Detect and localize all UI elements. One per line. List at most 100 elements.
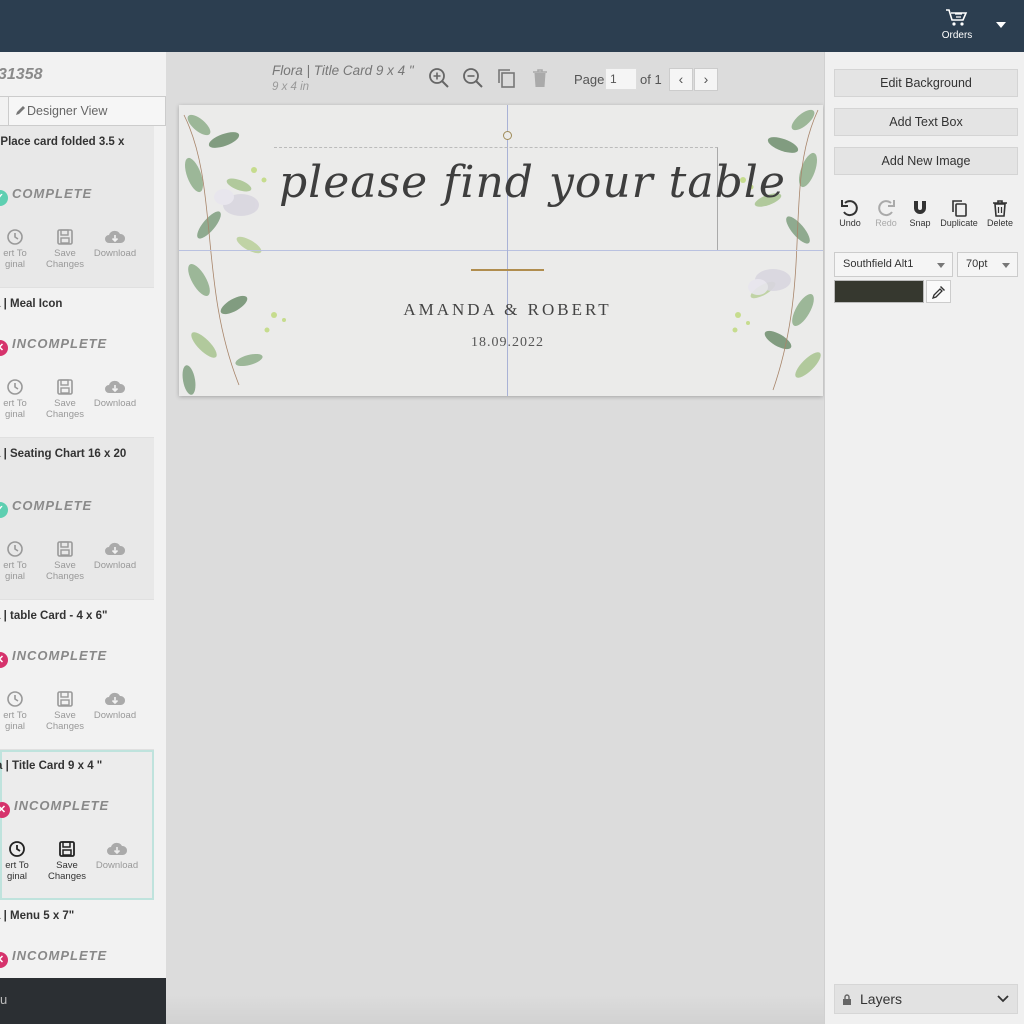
status-label: INCOMPLETE <box>12 648 108 663</box>
check-icon: ✓ <box>0 190 8 206</box>
snap-label: Snap <box>909 218 931 228</box>
delete-label: Delete <box>986 218 1013 228</box>
copy-page-icon[interactable] <box>496 67 518 89</box>
add-text-box-button[interactable]: Add Text Box <box>834 108 1018 136</box>
history-icon <box>7 541 23 557</box>
horizontal-guide <box>179 250 823 251</box>
revert-label: ert To ginal <box>3 398 27 420</box>
product-title: a | Seating Chart 16 x 20 <box>0 448 127 460</box>
trash-icon[interactable] <box>530 67 550 89</box>
page-number-input[interactable] <box>605 68 637 90</box>
cloud-download-icon <box>105 230 126 243</box>
orders-button[interactable]: Orders <box>934 8 980 41</box>
cloud-download-icon <box>105 380 126 393</box>
lock-icon <box>843 994 851 1005</box>
zoom-out-icon[interactable] <box>462 67 484 89</box>
item-actions: ert To ginal Save Changes Download <box>0 378 140 424</box>
card-names[interactable]: AMANDA & ROBERT <box>179 300 823 320</box>
gold-divider <box>471 269 544 271</box>
design-canvas[interactable]: please find your table AMANDA & ROBERT 1… <box>179 105 823 396</box>
save-changes-label: Save Changes <box>45 560 85 582</box>
designer-view-label: Designer View <box>27 104 108 118</box>
save-changes-button[interactable]: Save Changes <box>40 690 90 732</box>
revert-button[interactable]: ert To ginal <box>0 840 42 882</box>
revert-button[interactable]: ert To ginal <box>0 228 40 270</box>
download-button[interactable]: Download <box>92 840 142 871</box>
x-icon: ✕ <box>0 952 8 968</box>
download-button[interactable]: Download <box>90 690 140 721</box>
top-bar: Orders <box>0 0 1024 52</box>
product-item[interactable]: a | table Card - 4 x 6" ✕ INCOMPLETE ert … <box>0 600 154 750</box>
zoom-in-icon[interactable] <box>428 67 450 89</box>
save-icon <box>57 691 73 707</box>
layers-label: Layers <box>860 991 903 1007</box>
font-size-value: 70pt <box>966 258 988 270</box>
save-changes-label: Save Changes <box>45 710 85 732</box>
next-page-button[interactable]: › <box>694 68 718 91</box>
delete-button[interactable]: Delete <box>983 199 1017 228</box>
eyedropper-button[interactable] <box>926 280 951 303</box>
rotate-handle[interactable] <box>503 131 512 140</box>
redo-icon <box>878 200 895 217</box>
save-changes-button[interactable]: Save Changes <box>40 540 90 582</box>
edit-background-button[interactable]: Edit Background <box>834 69 1018 97</box>
cloud-download-icon <box>105 692 126 705</box>
account-dropdown-caret-icon[interactable] <box>996 22 1006 28</box>
save-changes-button[interactable]: Save Changes <box>42 840 92 882</box>
save-changes-button[interactable]: Save Changes <box>40 378 90 420</box>
status-label: INCOMPLETE <box>12 336 108 351</box>
undo-button[interactable]: Undo <box>835 199 865 228</box>
sidebar-footer-text: u <box>0 992 8 1007</box>
download-button[interactable]: Download <box>90 228 140 259</box>
duplicate-button[interactable]: Duplicate <box>939 199 979 228</box>
download-button[interactable]: Download <box>90 378 140 409</box>
item-actions: ert To ginal Save Changes Download <box>0 540 140 586</box>
save-icon <box>57 379 73 395</box>
save-changes-button[interactable]: Save Changes <box>40 228 90 270</box>
save-icon <box>57 541 73 557</box>
text-color-swatch[interactable] <box>834 280 924 303</box>
add-new-image-button[interactable]: Add New Image <box>834 147 1018 175</box>
product-title: | Place card folded 3.5 x <box>0 136 125 148</box>
product-list: | Place card folded 3.5 x ✓ COMPLETE ert … <box>0 126 154 1024</box>
prev-page-button[interactable]: ‹ <box>669 68 693 91</box>
revert-button[interactable]: ert To ginal <box>0 378 40 420</box>
chevron-left-icon: ‹ <box>678 71 684 87</box>
status-complete: ✓ COMPLETE <box>0 186 92 206</box>
item-actions: ert To ginal Save Changes Download <box>0 690 140 736</box>
revert-label: ert To ginal <box>3 248 27 270</box>
tab-designer-view[interactable]: Designer View <box>8 96 166 126</box>
redo-button[interactable]: Redo <box>871 199 901 228</box>
properties-panel: Edit Background Add Text Box Add New Ima… <box>824 52 1024 1024</box>
products-sidebar: 31358 Designer View | Place card folded … <box>0 52 166 1024</box>
status-incomplete: ✕ INCOMPLETE <box>0 648 107 668</box>
chevron-down-icon <box>937 263 945 268</box>
undo-label: Undo <box>839 218 861 228</box>
revert-button[interactable]: ert To ginal <box>0 690 40 732</box>
card-date[interactable]: 18.09.2022 <box>179 335 823 351</box>
product-item-selected[interactable]: a | Title Card 9 x 4 " ✕ INCOMPLETE ert T… <box>0 750 154 900</box>
undo-icon <box>841 200 858 217</box>
order-id: 31358 <box>0 66 43 83</box>
sidebar-footer[interactable]: u <box>0 978 166 1024</box>
layers-panel-toggle[interactable]: Layers <box>834 984 1018 1014</box>
save-changes-label: Save Changes <box>45 248 85 270</box>
duplicate-icon <box>952 200 967 217</box>
revert-button[interactable]: ert To ginal <box>0 540 40 582</box>
download-label: Download <box>95 860 139 871</box>
revert-label: ert To ginal <box>3 710 27 732</box>
eyedropper-icon <box>932 286 945 299</box>
cloud-download-icon <box>107 842 128 855</box>
snap-button[interactable]: Snap <box>905 199 935 228</box>
font-size-select[interactable]: 70pt <box>957 252 1018 277</box>
product-item[interactable]: a | Seating Chart 16 x 20 ✓ COMPLETE ert … <box>0 438 154 600</box>
download-button[interactable]: Download <box>90 540 140 571</box>
product-item[interactable]: a | Meal Icon ✕ INCOMPLETE ert To ginal S… <box>0 288 154 438</box>
card-script-text[interactable]: please find your table <box>279 157 785 208</box>
font-family-select[interactable]: Southfield Alt1 <box>834 252 953 277</box>
save-icon <box>59 841 75 857</box>
download-label: Download <box>93 398 137 409</box>
save-changes-label: Save Changes <box>47 860 87 882</box>
status-incomplete: ✕ INCOMPLETE <box>0 798 109 818</box>
product-item[interactable]: | Place card folded 3.5 x ✓ COMPLETE ert … <box>0 126 154 288</box>
